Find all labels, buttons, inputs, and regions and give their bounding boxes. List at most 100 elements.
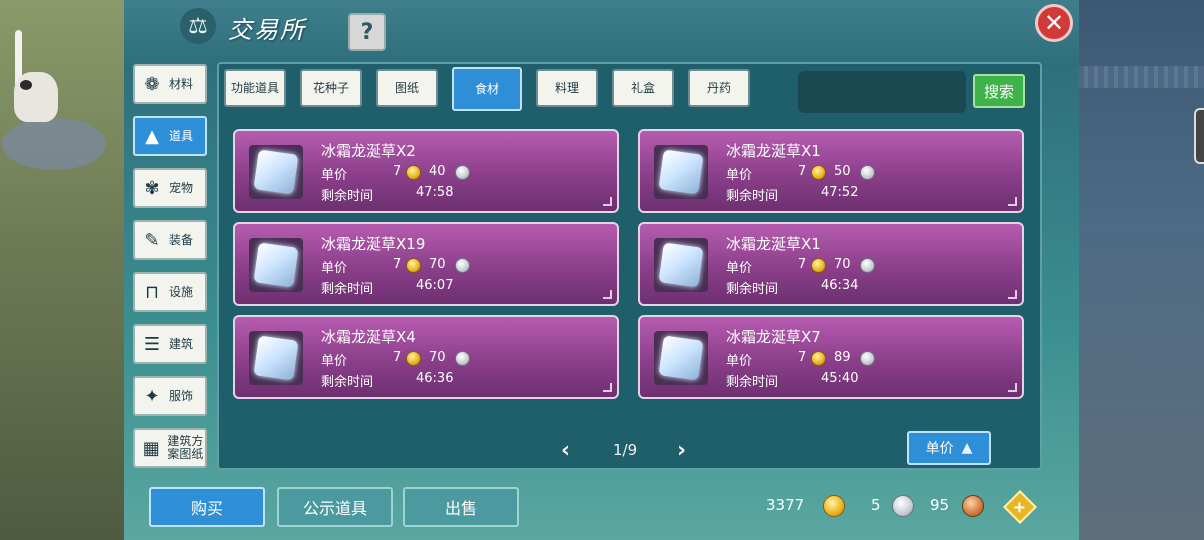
paw-icon: ✾ bbox=[144, 177, 160, 199]
time-label: 剩余时间 bbox=[726, 189, 779, 204]
search-button[interactable]: 搜索 bbox=[973, 74, 1025, 108]
sidebar-item-props[interactable]: ▲ 道具 bbox=[133, 116, 207, 156]
page-indicator: 1/9 bbox=[613, 441, 638, 459]
tab-cooking[interactable]: 料理 bbox=[536, 69, 598, 107]
item-name: 冰霜龙涎草X2 bbox=[321, 142, 416, 160]
sidebar-item-blueprint[interactable]: ▦ 建筑方案图纸 bbox=[133, 428, 207, 468]
gold-balance: 3377 bbox=[766, 496, 805, 514]
listing-card[interactable]: 冰霜龙涎草X1 单价 7 50 剩余时间 47:52 bbox=[638, 129, 1024, 213]
sidebar-item-materials[interactable]: ❁ 材料 bbox=[133, 64, 207, 104]
sidebar-item-label: 宠物 bbox=[169, 180, 194, 195]
gold-price: 7 bbox=[798, 164, 807, 179]
ice-herb-icon bbox=[654, 145, 708, 199]
listing-card[interactable]: 冰霜龙涎草X19 单价 7 70 剩余时间 46:07 bbox=[233, 222, 619, 306]
ice-herb-icon bbox=[654, 238, 708, 292]
add-currency-button[interactable]: + bbox=[1003, 490, 1037, 524]
sidebar-item-label: 设施 bbox=[169, 284, 194, 299]
search-input[interactable] bbox=[798, 71, 966, 113]
silver-coin-icon bbox=[892, 495, 914, 517]
corner-mark bbox=[603, 383, 612, 392]
listing-card[interactable]: 冰霜龙涎草X7 单价 7 89 剩余时间 45:40 bbox=[638, 315, 1024, 399]
gold-coin-icon bbox=[811, 165, 826, 180]
title-bar: ⚖ 交易所 ? ✕ bbox=[124, 0, 1079, 56]
listing-card[interactable]: 冰霜龙涎草X2 单价 7 40 剩余时间 47:58 bbox=[233, 129, 619, 213]
silver-coin-icon bbox=[860, 165, 875, 180]
silver-price: 70 bbox=[429, 257, 446, 272]
price-label: 单价 bbox=[321, 354, 348, 369]
building-icon: ☰ bbox=[143, 333, 161, 355]
silver-balance: 5 bbox=[871, 496, 881, 514]
silver-price: 40 bbox=[429, 164, 446, 179]
sell-button[interactable]: 出售 bbox=[403, 487, 519, 527]
bronze-balance: 95 bbox=[930, 496, 950, 514]
equipment-icon: ✎ bbox=[144, 229, 160, 251]
gold-coin-icon bbox=[406, 351, 421, 366]
time-label: 剩余时间 bbox=[321, 189, 374, 204]
tab-gift-box[interactable]: 礼盒 bbox=[612, 69, 674, 107]
close-button[interactable]: ✕ bbox=[1035, 4, 1073, 42]
gold-price: 7 bbox=[798, 257, 807, 272]
exchange-window: ⚖ 交易所 ? ✕ ❁ 材料 ▲ 道具 ✾ 宠物 ✎ 装备 ⊓ 设施 ☰ 建筑 … bbox=[124, 0, 1079, 540]
ice-herb-icon bbox=[249, 145, 303, 199]
sidebar-item-label: 道具 bbox=[169, 128, 194, 143]
background-pattern bbox=[1078, 66, 1204, 88]
prev-page-button[interactable]: ‹ bbox=[561, 438, 570, 463]
facility-icon: ⊓ bbox=[144, 281, 160, 303]
listing-card[interactable]: 冰霜龙涎草X4 单价 7 70 剩余时间 46:36 bbox=[233, 315, 619, 399]
gold-coin-icon bbox=[823, 495, 845, 517]
corner-mark bbox=[603, 290, 612, 299]
sidebar-item-clothing[interactable]: ✦ 服饰 bbox=[133, 376, 207, 416]
price-label: 单价 bbox=[726, 261, 753, 276]
time-label: 剩余时间 bbox=[726, 282, 779, 297]
close-icon: ✕ bbox=[1043, 9, 1065, 37]
silver-coin-icon bbox=[860, 351, 875, 366]
gold-coin-icon bbox=[406, 165, 421, 180]
corner-mark bbox=[603, 197, 612, 206]
buy-button[interactable]: 购买 bbox=[149, 487, 265, 527]
blueprint-icon: ▦ bbox=[142, 437, 160, 459]
silver-price: 50 bbox=[834, 164, 851, 179]
corner-mark bbox=[1008, 383, 1017, 392]
sidebar-item-facility[interactable]: ⊓ 设施 bbox=[133, 272, 207, 312]
silver-coin-icon bbox=[455, 258, 470, 273]
time-label: 剩余时间 bbox=[321, 375, 374, 390]
sidebar-item-equipment[interactable]: ✎ 装备 bbox=[133, 220, 207, 260]
sidebar-item-pets[interactable]: ✾ 宠物 bbox=[133, 168, 207, 208]
gold-price: 7 bbox=[798, 350, 807, 365]
item-name: 冰霜龙涎草X4 bbox=[321, 328, 416, 346]
item-name: 冰霜龙涎草X19 bbox=[321, 235, 426, 253]
time-label: 剩余时间 bbox=[321, 282, 374, 297]
bronze-coin-icon bbox=[962, 495, 984, 517]
next-page-button[interactable]: › bbox=[677, 438, 686, 463]
sort-by-price-button[interactable]: 单价 ▲ bbox=[907, 431, 991, 465]
listing-card[interactable]: 冰霜龙涎草X1 单价 7 70 剩余时间 46:34 bbox=[638, 222, 1024, 306]
gold-coin-icon bbox=[406, 258, 421, 273]
silver-price: 89 bbox=[834, 350, 851, 365]
tab-pills[interactable]: 丹药 bbox=[688, 69, 750, 107]
gold-price: 7 bbox=[393, 164, 402, 179]
time-remaining: 46:07 bbox=[416, 278, 454, 293]
scene-pedestal bbox=[2, 118, 106, 170]
public-items-button[interactable]: 公示道具 bbox=[277, 487, 393, 527]
time-label: 剩余时间 bbox=[726, 375, 779, 390]
sort-label: 单价 bbox=[925, 441, 954, 457]
tab-ingredients[interactable]: 食材 bbox=[452, 67, 522, 111]
sidebar-item-label: 建筑 bbox=[169, 336, 194, 351]
sidebar-item-label: 装备 bbox=[169, 232, 194, 247]
item-name: 冰霜龙涎草X1 bbox=[726, 142, 821, 160]
gold-price: 7 bbox=[393, 350, 402, 365]
ice-herb-icon bbox=[654, 331, 708, 385]
tab-functional-items[interactable]: 功能道具 bbox=[224, 69, 286, 107]
silver-coin-icon bbox=[860, 258, 875, 273]
tab-flower-seeds[interactable]: 花种子 bbox=[300, 69, 362, 107]
help-button[interactable]: ? bbox=[348, 13, 386, 51]
scale-icon: ⚖ bbox=[180, 8, 216, 44]
sort-arrow-icon: ▲ bbox=[961, 440, 973, 456]
tab-blueprints[interactable]: 图纸 bbox=[376, 69, 438, 107]
time-remaining: 46:34 bbox=[821, 278, 859, 293]
silver-price: 70 bbox=[429, 350, 446, 365]
time-remaining: 45:40 bbox=[821, 371, 859, 386]
sidebar-item-label: 服饰 bbox=[169, 388, 194, 403]
sidebar-item-building[interactable]: ☰ 建筑 bbox=[133, 324, 207, 364]
device-edge bbox=[1194, 108, 1204, 164]
